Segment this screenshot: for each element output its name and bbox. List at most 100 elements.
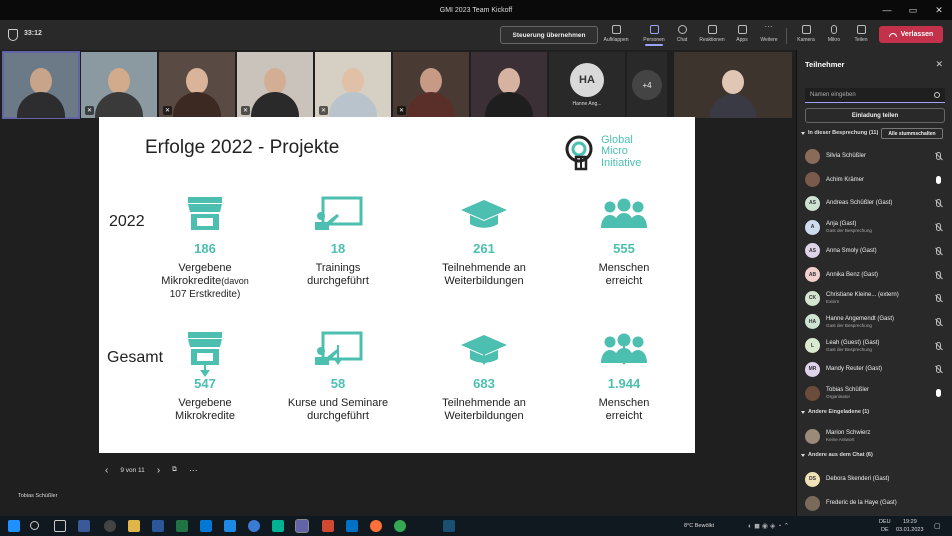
prev-slide-icon[interactable]: ‹ bbox=[105, 465, 108, 476]
section-invited[interactable]: Andere Eingeladene (1) bbox=[801, 409, 869, 415]
share-invite-button[interactable]: Einladung teilen bbox=[805, 108, 945, 123]
stat-loans-2022: 186 Vergebene Mikrokredite(davon 107 Erstk… bbox=[140, 193, 270, 301]
video-tile[interactable]: ✕ bbox=[81, 52, 157, 118]
excel-icon[interactable] bbox=[176, 520, 188, 532]
weather-widget[interactable]: 8°C Bewölkt bbox=[684, 523, 714, 529]
chrome-icon[interactable] bbox=[394, 520, 406, 532]
participant-item[interactable]: Silvia Schüßler bbox=[805, 145, 951, 167]
mic-off-icon: ✕ bbox=[241, 106, 250, 115]
search-icon[interactable] bbox=[30, 521, 39, 530]
leave-button[interactable]: Verlassen bbox=[879, 26, 943, 43]
participant-item[interactable]: CK Christiane Kleine... (extern) Extern bbox=[805, 287, 951, 309]
app-icon[interactable] bbox=[104, 520, 116, 532]
participant-item[interactable]: L Leah (Guest) (Gast) Gast der Besprechung bbox=[805, 335, 951, 357]
video-thumbnails: ✕ ✕ ✕ ✕ ✕ HA Hanne Ang... +4 bbox=[2, 51, 667, 119]
tray-icons[interactable]: ◐ ◼ ◉ ◈ ◔ ⌃ bbox=[748, 522, 789, 530]
tool-expand[interactable]: Aufklappen bbox=[601, 23, 631, 49]
tool-chat[interactable]: Chat bbox=[667, 23, 697, 49]
tool-people[interactable]: Personen bbox=[639, 23, 669, 49]
stat-participants-2022: 261 Teilnehmende an Weiterbildungen bbox=[419, 193, 549, 288]
graduation-cap-icon bbox=[459, 193, 509, 235]
sync-icon[interactable]: ⧉ bbox=[172, 466, 177, 474]
app-icon[interactable] bbox=[322, 520, 334, 532]
participant-body bbox=[710, 94, 756, 118]
avatar: L bbox=[805, 338, 820, 354]
participant-item[interactable]: Tobias Schüßler Organisator bbox=[805, 382, 951, 404]
maximize-icon[interactable]: ▭ bbox=[900, 0, 926, 20]
next-slide-icon[interactable]: › bbox=[157, 465, 160, 476]
mic-off-icon bbox=[936, 270, 941, 279]
tool-share[interactable]: Teilen bbox=[846, 23, 876, 49]
section-in-meeting[interactable]: In dieser Besprechung (11) bbox=[801, 130, 878, 136]
video-tile[interactable]: ✕ bbox=[159, 52, 235, 118]
participant-role: Gast der Besprechung bbox=[826, 322, 872, 328]
app-icon[interactable] bbox=[78, 520, 90, 532]
task-view-icon[interactable] bbox=[54, 520, 66, 532]
participant-item[interactable]: AB Annika Benz (Gast) bbox=[805, 264, 951, 286]
participant-item[interactable]: Achim Krämer bbox=[805, 169, 951, 191]
presentation-icon bbox=[313, 328, 363, 370]
mail-icon[interactable] bbox=[200, 520, 212, 532]
participant-name: Andreas Schüßler (Gast) bbox=[826, 200, 893, 207]
video-tile-large[interactable] bbox=[674, 52, 792, 118]
take-control-button[interactable]: Steuerung übernehmen bbox=[500, 26, 598, 44]
avatar-tile[interactable]: HA Hanne Ang... bbox=[549, 52, 625, 118]
slide-counter: 9 von 11 bbox=[120, 466, 145, 474]
word-icon[interactable] bbox=[152, 520, 164, 532]
participant-item[interactable]: Marion Schwierz Keine Antwort bbox=[805, 425, 951, 447]
participant-face bbox=[722, 70, 744, 94]
app-icon[interactable] bbox=[443, 520, 455, 532]
video-tile[interactable] bbox=[471, 52, 547, 118]
participant-name: Frederic de la Haye (Gast) bbox=[826, 500, 897, 506]
more-icon[interactable]: ··· bbox=[189, 465, 198, 475]
mic-icon bbox=[936, 175, 941, 184]
video-tile[interactable]: ✕ bbox=[315, 52, 391, 118]
participant-item[interactable]: HA Hanne Angemendt (Gast) Gast der Besprec… bbox=[805, 311, 951, 333]
gmi-logo: Global Micro Initiative bbox=[565, 131, 675, 173]
mic-off-icon bbox=[936, 246, 941, 255]
participant-item[interactable]: MR Mandy Reuter (Gast) bbox=[805, 358, 951, 380]
app-icon[interactable] bbox=[272, 520, 284, 532]
section-chat-others[interactable]: Andere aus dem Chat (6) bbox=[801, 452, 873, 458]
participant-item[interactable]: AS Anna Smoly (Gast) bbox=[805, 240, 951, 262]
reaction-icon bbox=[707, 25, 717, 34]
calendar-icon[interactable] bbox=[224, 520, 236, 532]
more-participants-tile[interactable]: +4 bbox=[627, 52, 667, 118]
notification-icon[interactable]: ▢ bbox=[934, 522, 941, 530]
more-count: +4 bbox=[632, 70, 662, 100]
tool-reactions[interactable]: Reaktionen bbox=[697, 23, 727, 49]
participant-search-input[interactable]: Namen eingeben bbox=[805, 88, 945, 103]
close-panel-icon[interactable]: ✕ bbox=[935, 59, 943, 70]
outlook-icon[interactable] bbox=[346, 520, 358, 532]
browser-icon[interactable] bbox=[248, 520, 260, 532]
language-indicator[interactable]: DEU bbox=[879, 519, 891, 525]
mic-off-icon: ✕ bbox=[85, 106, 94, 115]
chevron-down-icon bbox=[801, 131, 805, 135]
participant-role: Extern bbox=[826, 299, 840, 305]
tool-apps[interactable]: Apps bbox=[727, 23, 757, 49]
tool-camera[interactable]: Kamera bbox=[791, 23, 821, 49]
participant-role: Organisator bbox=[826, 394, 851, 399]
avatar: DS bbox=[805, 471, 820, 487]
close-icon[interactable]: ✕ bbox=[926, 0, 952, 20]
file-explorer-icon[interactable] bbox=[128, 520, 140, 532]
graduation-cap-icon bbox=[459, 328, 509, 370]
video-tile[interactable]: ✕ bbox=[393, 52, 469, 118]
participant-name: Christiane Kleine... (extern) bbox=[826, 292, 899, 299]
clock-time[interactable]: 19:29 bbox=[903, 519, 917, 525]
firefox-icon[interactable] bbox=[370, 520, 382, 532]
participant-item[interactable]: DS Debora Skenderi (Gast) bbox=[805, 468, 951, 490]
tool-more[interactable]: ··· Weitere bbox=[754, 23, 784, 49]
windows-start-icon[interactable] bbox=[8, 520, 20, 532]
mute-all-button[interactable]: Alle stummschalten bbox=[881, 128, 943, 139]
video-tile[interactable] bbox=[2, 51, 80, 119]
minimize-icon[interactable]: — bbox=[874, 0, 900, 20]
tool-mic[interactable]: Mikro bbox=[819, 23, 849, 49]
windows-taskbar: 8°C Bewölkt ◐ ◼ ◉ ◈ ◔ ⌃ DEU DE 19:29 03.… bbox=[0, 516, 952, 536]
mic-off-icon: ✕ bbox=[319, 106, 328, 115]
teams-icon[interactable] bbox=[295, 519, 309, 533]
video-tile[interactable]: ✕ bbox=[237, 52, 313, 118]
participant-item[interactable]: AS Andreas Schüßler (Gast) bbox=[805, 192, 951, 214]
participant-item[interactable]: Frederic de la Haye (Gast) bbox=[805, 492, 951, 514]
participant-item[interactable]: A Anja (Gast) Gast der Besprechung bbox=[805, 216, 951, 238]
